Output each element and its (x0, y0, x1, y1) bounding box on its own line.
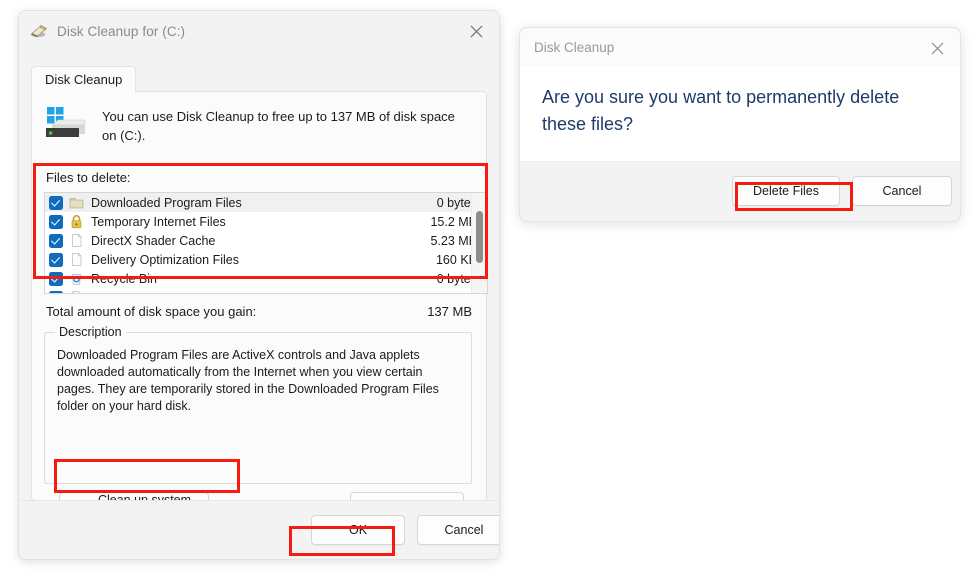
description-box: Description Downloaded Program Files are… (44, 332, 472, 484)
total-value: 137 MB (427, 304, 472, 319)
checkbox[interactable] (49, 291, 63, 295)
tab-panel: You can use Disk Cleanup to free up to 1… (31, 91, 487, 501)
list-item-name: Temporary Internet Files (91, 215, 430, 229)
document-icon (69, 290, 84, 294)
tab-label: Disk Cleanup (45, 72, 122, 87)
intro-row: You can use Disk Cleanup to free up to 1… (44, 104, 472, 145)
close-button[interactable] (453, 11, 499, 51)
confirm-close-button[interactable] (914, 28, 960, 68)
list-item-name: DirectX Shader Cache (91, 234, 430, 248)
tab-strip: Disk Cleanup (31, 64, 136, 92)
files-to-delete-label: Files to delete: (46, 170, 131, 185)
title-bar: Disk Cleanup for (C:) (19, 11, 499, 51)
ok-button[interactable]: OK (311, 515, 405, 545)
delete-files-label: Delete Files (753, 184, 819, 198)
list-item[interactable]: Downloaded Program Files 0 bytes (45, 193, 487, 212)
checkbox[interactable] (49, 215, 63, 229)
checkbox[interactable] (49, 234, 63, 248)
confirm-body: Are you sure you want to permanently del… (520, 66, 960, 162)
file-list-wrap: Downloaded Program Files 0 bytes Tempora… (44, 192, 488, 294)
recycle-bin-icon (69, 271, 84, 286)
confirm-dialog-title: Disk Cleanup (534, 40, 614, 55)
list-item-partial[interactable] (45, 288, 487, 294)
description-text: Downloaded Program Files are ActiveX con… (57, 347, 457, 415)
confirm-dialog: Disk Cleanup Are you sure you want to pe… (519, 27, 961, 222)
close-icon (470, 25, 483, 38)
document-icon (69, 233, 84, 248)
confirm-cancel-label: Cancel (883, 184, 922, 198)
confirm-title-bar: Disk Cleanup (520, 28, 960, 66)
confirm-footer: Delete Files Cancel (520, 161, 960, 221)
list-item[interactable]: DirectX Shader Cache 5.23 MB (45, 231, 487, 250)
checkbox[interactable] (49, 196, 63, 210)
cancel-button[interactable]: Cancel (417, 515, 500, 545)
window-body: Disk Cleanup You can use Disk (19, 51, 499, 559)
screen: Disk Cleanup for (C:) Disk Cleanup (0, 0, 977, 576)
vertical-scrollbar[interactable] (471, 193, 487, 293)
list-item-name: Delivery Optimization Files (91, 253, 436, 267)
ok-label: OK (349, 523, 367, 537)
list-item-name: Recycle Bin (91, 272, 437, 286)
file-list[interactable]: Downloaded Program Files 0 bytes Tempora… (44, 192, 488, 294)
intro-text: You can use Disk Cleanup to free up to 1… (102, 104, 472, 145)
scrollbar-thumb[interactable] (476, 211, 483, 263)
confirm-cancel-button[interactable]: Cancel (852, 176, 952, 206)
document-icon (69, 252, 84, 267)
total-label: Total amount of disk space you gain: (46, 304, 256, 319)
drive-icon (44, 106, 88, 140)
confirm-message: Are you sure you want to permanently del… (542, 84, 938, 138)
total-row: Total amount of disk space you gain: 137… (46, 304, 472, 319)
cancel-label: Cancel (445, 523, 484, 537)
list-item[interactable]: Delivery Optimization Files 160 KB (45, 250, 487, 269)
close-icon (931, 42, 944, 55)
list-item[interactable]: Temporary Internet Files 15.2 MB (45, 212, 487, 231)
disk-cleanup-icon (29, 21, 49, 41)
window-title: Disk Cleanup for (C:) (57, 24, 185, 39)
checkbox[interactable] (49, 253, 63, 267)
tab-disk-cleanup[interactable]: Disk Cleanup (31, 66, 136, 93)
lock-icon (69, 214, 84, 229)
list-item-name: Downloaded Program Files (91, 196, 437, 210)
delete-files-button[interactable]: Delete Files (732, 176, 840, 206)
disk-cleanup-window: Disk Cleanup for (C:) Disk Cleanup (18, 10, 500, 560)
window-footer: OK Cancel (19, 500, 499, 559)
folder-icon (69, 195, 84, 210)
checkbox[interactable] (49, 272, 63, 286)
list-item[interactable]: Recycle Bin 0 bytes (45, 269, 487, 288)
description-legend: Description (55, 325, 126, 339)
